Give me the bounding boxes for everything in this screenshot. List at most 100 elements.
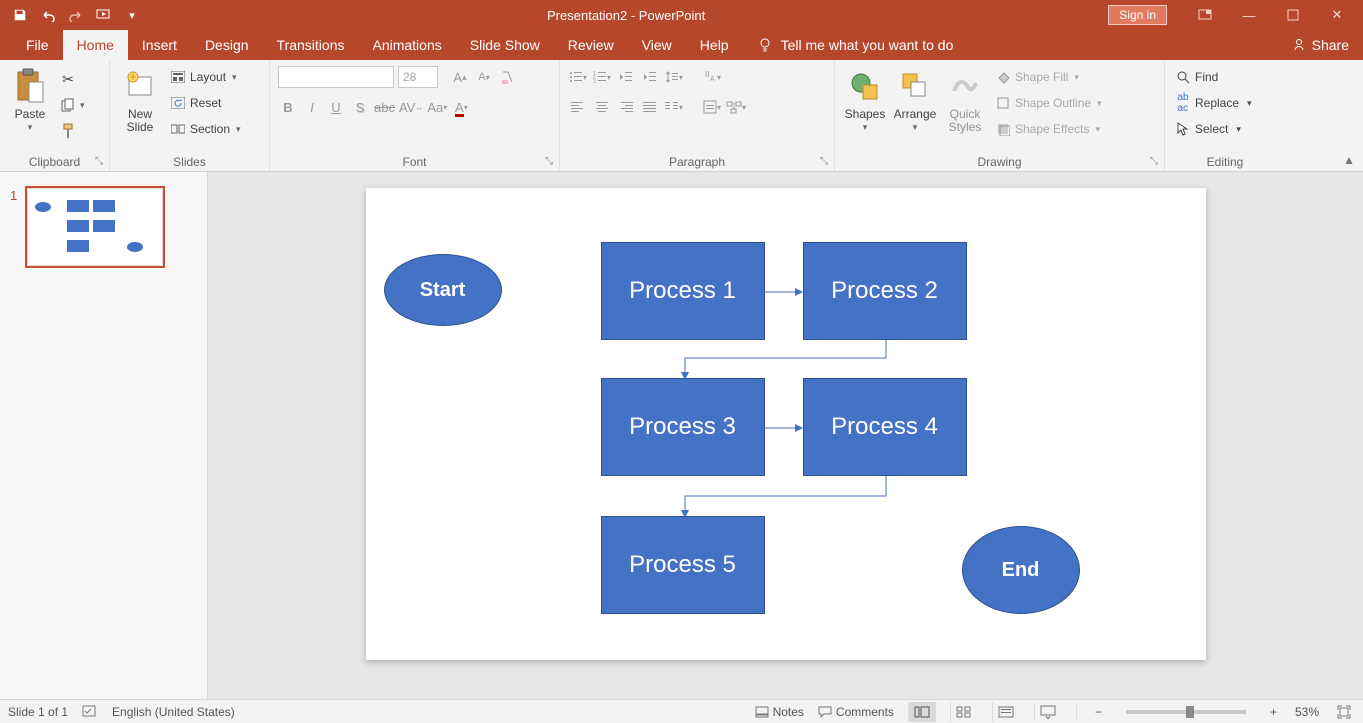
notes-button[interactable]: Notes [755, 705, 804, 719]
font-family-combo[interactable] [278, 66, 394, 88]
shapes-button[interactable]: Shapes▾ [843, 64, 887, 133]
shape-start[interactable]: Start [384, 254, 502, 326]
line-spacing-button[interactable]: ▾ [664, 66, 684, 88]
strikethrough-button[interactable]: abc [374, 96, 395, 118]
sign-in-button[interactable]: Sign in [1108, 5, 1167, 25]
change-case-button[interactable]: Aa▾ [427, 96, 447, 118]
redo-icon[interactable] [64, 3, 88, 27]
tab-file[interactable]: File [12, 30, 63, 60]
font-color-button[interactable]: A▾ [451, 96, 471, 118]
clear-formatting-icon[interactable] [498, 66, 518, 88]
status-language[interactable]: English (United States) [112, 705, 235, 719]
start-from-beginning-icon[interactable] [92, 3, 116, 27]
thumbnail-preview[interactable] [25, 186, 165, 268]
underline-button[interactable]: U [326, 96, 346, 118]
zoom-level[interactable]: 53% [1295, 705, 1319, 719]
group-label-font: Font⤡ [278, 153, 551, 169]
shape-process-1[interactable]: Process 1 [601, 242, 765, 340]
minimize-icon[interactable]: ― [1231, 3, 1267, 27]
shape-process-4[interactable]: Process 4 [803, 378, 967, 476]
undo-icon[interactable] [36, 3, 60, 27]
share-label: Share [1312, 37, 1349, 53]
dialog-launcher-icon[interactable]: ⤡ [95, 156, 103, 167]
decrease-indent-button[interactable] [616, 66, 636, 88]
layout-button[interactable]: Layout▾ [168, 66, 243, 88]
section-button[interactable]: Section▾ [168, 118, 243, 140]
align-right-button[interactable] [616, 96, 636, 118]
numbering-button[interactable]: 123▾ [592, 66, 612, 88]
shape-process-2[interactable]: Process 2 [803, 242, 967, 340]
shape-outline-button[interactable]: Shape Outline▾ [993, 92, 1104, 114]
paste-button[interactable]: Paste ▾ [8, 64, 52, 133]
tell-me-search[interactable]: Tell me what you want to do [757, 30, 954, 60]
shape-effects-button[interactable]: Shape Effects▾ [993, 118, 1104, 140]
quick-styles-button[interactable]: Quick Styles [943, 64, 987, 134]
replace-button[interactable]: abacReplace▾ [1173, 92, 1254, 114]
save-icon[interactable] [8, 3, 32, 27]
increase-font-icon[interactable]: A▴ [450, 66, 470, 88]
slide[interactable]: Start Process 1 Process 2 Process 3 Proc… [366, 188, 1206, 660]
tab-review[interactable]: Review [554, 30, 628, 60]
zoom-out-button[interactable]: − [1091, 705, 1106, 719]
collapse-ribbon-icon[interactable]: ▲ [1343, 153, 1355, 167]
text-direction-button[interactable]: IIA▾ [702, 66, 722, 88]
qat-customize-icon[interactable]: ▾ [120, 3, 144, 27]
copy-button[interactable]: ▾ [58, 94, 87, 116]
tab-home[interactable]: Home [63, 30, 128, 60]
align-left-button[interactable] [568, 96, 588, 118]
bold-button[interactable]: B [278, 96, 298, 118]
tab-animations[interactable]: Animations [358, 30, 455, 60]
reading-view-button[interactable] [992, 702, 1020, 722]
thumbnail-1[interactable]: 1 [10, 186, 197, 268]
shape-end[interactable]: End [962, 526, 1080, 614]
tab-design[interactable]: Design [191, 30, 263, 60]
increase-indent-button[interactable] [640, 66, 660, 88]
bullets-button[interactable]: ▾ [568, 66, 588, 88]
select-button[interactable]: Select▾ [1173, 118, 1254, 140]
format-painter-button[interactable] [58, 120, 87, 142]
decrease-font-icon[interactable]: A▾ [474, 66, 494, 88]
maximize-icon[interactable] [1275, 3, 1311, 27]
cut-button[interactable]: ✂ [58, 68, 87, 90]
tab-help[interactable]: Help [686, 30, 743, 60]
shadow-button[interactable]: S [350, 96, 370, 118]
tab-view[interactable]: View [628, 30, 686, 60]
new-slide-button[interactable]: New Slide [118, 64, 162, 134]
comments-button[interactable]: Comments [818, 705, 894, 719]
char-spacing-button[interactable]: AV↔ [399, 96, 423, 118]
arrange-button[interactable]: Arrange▾ [893, 64, 937, 133]
shape-process-3[interactable]: Process 3 [601, 378, 765, 476]
tab-insert[interactable]: Insert [128, 30, 191, 60]
normal-view-button[interactable] [908, 702, 936, 722]
align-text-button[interactable]: ▾ [702, 96, 722, 118]
align-center-button[interactable] [592, 96, 612, 118]
slideshow-view-button[interactable] [1034, 702, 1062, 722]
tab-slideshow[interactable]: Slide Show [456, 30, 554, 60]
find-button[interactable]: Find [1173, 66, 1254, 88]
fit-to-window-button[interactable] [1333, 705, 1355, 719]
slide-canvas-area[interactable]: Start Process 1 Process 2 Process 3 Proc… [208, 172, 1363, 699]
slide-sorter-view-button[interactable] [950, 702, 978, 722]
justify-button[interactable] [640, 96, 660, 118]
slide-thumbnails-panel[interactable]: 1 [0, 172, 208, 699]
dialog-launcher-icon[interactable]: ⤡ [1150, 156, 1158, 167]
italic-button[interactable]: I [302, 96, 322, 118]
zoom-in-button[interactable]: + [1266, 705, 1281, 719]
layout-icon [170, 69, 186, 85]
reset-button[interactable]: Reset [168, 92, 243, 114]
shape-fill-icon [995, 69, 1011, 85]
ribbon-display-options-icon[interactable] [1187, 3, 1223, 27]
close-icon[interactable]: ✕ [1319, 3, 1355, 27]
smartart-button[interactable]: ▾ [726, 96, 746, 118]
shape-fill-button[interactable]: Shape Fill▾ [993, 66, 1104, 88]
zoom-slider[interactable] [1126, 710, 1246, 714]
shape-process-5[interactable]: Process 5 [601, 516, 765, 614]
dialog-launcher-icon[interactable]: ⤡ [545, 156, 553, 167]
share-button[interactable]: Share [1292, 30, 1349, 60]
spellcheck-icon[interactable] [82, 705, 98, 719]
columns-button[interactable]: ▾ [664, 96, 684, 118]
dialog-launcher-icon[interactable]: ⤡ [820, 156, 828, 167]
font-size-combo[interactable]: 28 [398, 66, 438, 88]
tab-transitions[interactable]: Transitions [263, 30, 359, 60]
quick-styles-icon [947, 66, 983, 106]
